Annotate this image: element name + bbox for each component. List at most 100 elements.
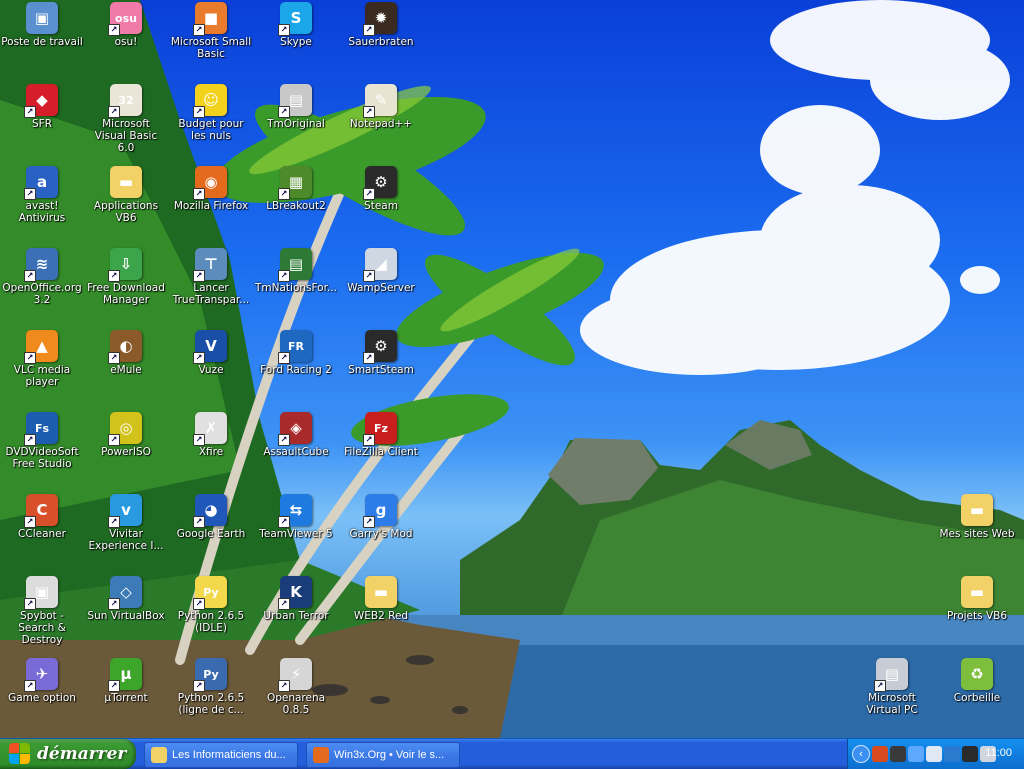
desktop-icon-garrys-mod[interactable]: g ↗ Garry's Mod: [339, 494, 423, 540]
tray-steam-icon[interactable]: [962, 746, 978, 762]
recycle-bin-icon: ♻: [961, 658, 993, 690]
desktop-icon-vuze[interactable]: V ↗ Vuze: [169, 330, 253, 376]
desktop-icon-label: Budget pour les nuls: [178, 118, 244, 142]
desktop-icon-xfire[interactable]: ✗ ↗ Xfire: [169, 412, 253, 458]
desktop-icon-poweriso[interactable]: ◎ ↗ PowerISO: [84, 412, 168, 458]
desktop-icon-emule[interactable]: ◐ ↗ eMule: [84, 330, 168, 376]
desktop-icon-firefox[interactable]: ◉ ↗ Mozilla Firefox: [169, 166, 253, 212]
shortcut-arrow-icon: ↗: [193, 352, 205, 364]
desktop-icon-tmnations[interactable]: ▤ ↗ TmNationsFor...: [254, 248, 338, 294]
shortcut-arrow-icon: ↗: [108, 352, 120, 364]
desktop-icon-label: Corbeille: [953, 692, 1001, 704]
desktop-icon-label: VLC media player: [13, 364, 71, 388]
desktop-icon-budget[interactable]: ☺ ↗ Budget pour les nuls: [169, 84, 253, 142]
xfire-icon: ✗ ↗: [193, 412, 227, 446]
shortcut-arrow-icon: ↗: [193, 24, 205, 36]
desktop-icon-ford-racing[interactable]: FR ↗ Ford Racing 2: [254, 330, 338, 376]
desktop-icon-skype[interactable]: S ↗ Skype: [254, 2, 338, 48]
desktop-icon-game-option[interactable]: ✈ ↗ Game option: [0, 658, 84, 704]
desktop-icon-truetransparency[interactable]: ⊤ ↗ Lancer TrueTranspar...: [169, 248, 253, 306]
desktop-icon-sfr[interactable]: ◆ ↗ SFR: [0, 84, 84, 130]
shortcut-arrow-icon: ↗: [24, 352, 36, 364]
desktop-icon-label: Openarena 0.8.5: [266, 692, 326, 716]
desktop-icon-python[interactable]: Py ↗ Python 2.6.5 (ligne de c...: [169, 658, 253, 716]
shortcut-arrow-icon: ↗: [193, 106, 205, 118]
desktop-icon-osu[interactable]: osu ↗ osu!: [84, 2, 168, 48]
desktop-icon-vlc[interactable]: ▲ ↗ VLC media player: [0, 330, 84, 388]
shortcut-arrow-icon: ↗: [278, 270, 290, 282]
desktop-icon-urban-terror[interactable]: K ↗ Urban Terror: [254, 576, 338, 622]
desktop-icon-teamviewer[interactable]: ⇆ ↗ TeamViewer 5: [254, 494, 338, 540]
desktop-icon-openoffice[interactable]: ≋ ↗ OpenOffice.org 3.2: [0, 248, 84, 306]
desktop-icon-folder[interactable]: ▬ Applications VB6: [84, 166, 168, 224]
taskbar-task-les-informaticiens[interactable]: Les Informaticiens du...: [144, 742, 298, 768]
my-computer-icon: ▣: [26, 2, 58, 34]
desktop-icon-tmoriginal[interactable]: ▤ ↗ TmOriginal: [254, 84, 338, 130]
tray-app-icon-1[interactable]: [872, 746, 888, 762]
start-button[interactable]: démarrer: [0, 739, 136, 769]
desktop-icon-virtualbox[interactable]: ◇ ↗ Sun VirtualBox: [84, 576, 168, 622]
tray-app-icon-4[interactable]: [944, 746, 960, 762]
desktop-icon-wampserver[interactable]: ◢ ↗ WampServer: [339, 248, 423, 294]
shortcut-arrow-icon: ↗: [363, 352, 375, 364]
shortcut-arrow-icon: ↗: [24, 106, 36, 118]
tray-app-icon-2[interactable]: [890, 746, 906, 762]
desktop-icon-notepad-plus[interactable]: ✎ ↗ Notepad++: [339, 84, 423, 130]
shortcut-arrow-icon: ↗: [108, 434, 120, 446]
desktop-icon-lbreakout[interactable]: ▦ ↗ LBreakout2: [254, 166, 338, 212]
desktop-icon-fdm[interactable]: ⇩ ↗ Free Download Manager: [84, 248, 168, 306]
desktop-icon-assaultcube[interactable]: ◈ ↗ AssaultCube: [254, 412, 338, 458]
emule-icon: ◐ ↗: [108, 330, 142, 364]
desktop-icon-spybot[interactable]: ▣ ↗ Spybot - Search & Destroy: [0, 576, 84, 646]
desktop-icon-folder[interactable]: ▬ Projets VB6: [935, 576, 1019, 622]
desktop-icon-label: Garry's Mod: [349, 528, 413, 540]
desktop-icon-label: Sauerbraten: [348, 36, 414, 48]
shortcut-arrow-icon: ↗: [193, 270, 205, 282]
desktop-icon-label: Ford Racing 2: [260, 364, 332, 376]
desktop-icon-python-idle[interactable]: Py ↗ Python 2.6.5 (IDLE): [169, 576, 253, 634]
desktop-icon-sauerbraten[interactable]: ✹ ↗ Sauerbraten: [339, 2, 423, 48]
desktop-icon-folder[interactable]: ▬ WEB2 Red: [339, 576, 423, 622]
shortcut-arrow-icon: ↗: [363, 516, 375, 528]
desktop-icon-virtual-pc[interactable]: ▤ ↗ Microsoft Virtual PC: [850, 658, 934, 716]
desktop-icon-label: Spybot - Search & Destroy: [18, 610, 66, 646]
visual-basic-icon: 32 ↗: [108, 84, 142, 118]
show-hidden-icons-chevron-icon[interactable]: ‹: [852, 745, 870, 763]
system-tray: ‹ 11:00: [847, 739, 1024, 769]
desktop-icon-small-basic[interactable]: ■ ↗ Microsoft Small Basic: [169, 2, 253, 60]
desktop-icon-label: Mes sites Web: [939, 528, 1015, 540]
dvdvideosoft-icon: Fs ↗: [24, 412, 58, 446]
desktop-icon-avast[interactable]: a ↗ avast! Antivirus: [0, 166, 84, 224]
desktop-icon-vivitar[interactable]: v ↗ Vivitar Experience I...: [84, 494, 168, 552]
desktop-icon-label: DVDVideoSoft Free Studio: [5, 446, 79, 470]
desktop-icon-label: Skype: [280, 36, 312, 48]
desktop-icon-label: CCleaner: [18, 528, 66, 540]
desktop-icon-recycle-bin[interactable]: ♻ Corbeille: [935, 658, 1019, 704]
desktop-icon-ccleaner[interactable]: C ↗ CCleaner: [0, 494, 84, 540]
desktop-icon-visual-basic[interactable]: 32 ↗ Microsoft Visual Basic 6.0: [84, 84, 168, 154]
desktop-icon-label: Game option: [8, 692, 76, 704]
shortcut-arrow-icon: ↗: [278, 106, 290, 118]
desktop-icon-label: Vuze: [198, 364, 224, 376]
desktop-icon-label: LBreakout2: [266, 200, 326, 212]
tray-app-icon-3[interactable]: [926, 746, 942, 762]
desktop-icon-folder[interactable]: ▬ Mes sites Web: [935, 494, 1019, 540]
taskbar-task-win3x[interactable]: Win3x.Org • Voir le s...: [306, 742, 460, 768]
desktop-icon-smartsteam[interactable]: ⚙ ↗ SmartSteam: [339, 330, 423, 376]
tray-network-icon[interactable]: [908, 746, 924, 762]
desktop-icon-label: avast! Antivirus: [18, 200, 66, 224]
desktop-icon-my-computer[interactable]: ▣ Poste de travail: [0, 2, 84, 48]
desktop-icon-utorrent[interactable]: µ ↗ µTorrent: [84, 658, 168, 704]
desktop-icon-dvdvideosoft[interactable]: Fs ↗ DVDVideoSoft Free Studio: [0, 412, 84, 470]
desktop-icon-label: Applications VB6: [93, 200, 159, 224]
desktop-icon-google-earth[interactable]: ◕ ↗ Google Earth: [169, 494, 253, 540]
urban-terror-icon: K ↗: [278, 576, 312, 610]
desktop-icon-label: Python 2.6.5 (IDLE): [177, 610, 245, 634]
desktop-icon-label: Microsoft Visual Basic 6.0: [94, 118, 158, 154]
small-basic-icon: ■ ↗: [193, 2, 227, 36]
desktop-icon-openarena[interactable]: ⚡ ↗ Openarena 0.8.5: [254, 658, 338, 716]
desktop-icon-filezilla[interactable]: Fz ↗ FileZilla Client: [339, 412, 423, 458]
shortcut-arrow-icon: ↗: [193, 516, 205, 528]
shortcut-arrow-icon: ↗: [278, 24, 290, 36]
desktop-icon-steam[interactable]: ⚙ ↗ Steam: [339, 166, 423, 212]
